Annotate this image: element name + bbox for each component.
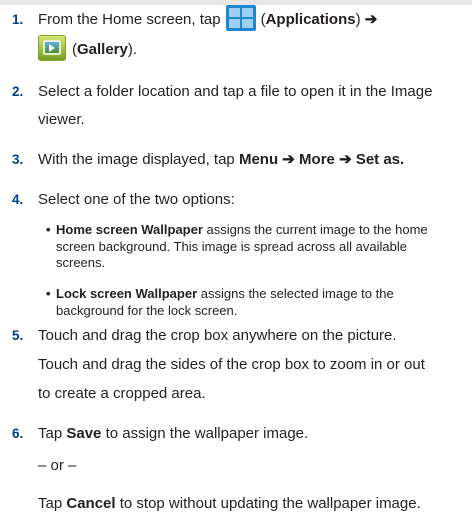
- step-number: 6.: [12, 426, 24, 441]
- applications-icon: [225, 5, 256, 32]
- bullet: •: [46, 286, 51, 301]
- or-separator: – or –: [38, 457, 77, 474]
- step-text-line-3: to create a cropped area.: [38, 385, 206, 402]
- step-text: From the Home screen, tap (Applications) …: [38, 5, 468, 34]
- step-text: Select one of the two options:: [38, 191, 235, 208]
- save-label: Save: [66, 425, 102, 442]
- gallery-icon: [38, 35, 66, 62]
- option-title: Lock screen Wallpaper: [56, 286, 198, 301]
- step-number: 4.: [12, 192, 24, 207]
- step-text-line-3: Tap Cancel to stop without updating the …: [38, 495, 421, 512]
- bullet: •: [46, 222, 51, 237]
- step-text-line-2: Touch and drag the sides of the crop box…: [38, 356, 425, 373]
- step-text: Touch and drag the crop box anywhere on …: [38, 327, 397, 344]
- arrow-icon: ➔: [339, 151, 352, 168]
- cancel-label: Cancel: [66, 495, 116, 512]
- step-number: 2.: [12, 84, 24, 99]
- step-text: Select a folder location and tap a file …: [38, 83, 433, 100]
- option-title: Home screen Wallpaper: [56, 222, 203, 237]
- arrow-icon: ➔: [282, 151, 295, 168]
- step-text-line-2: viewer.: [38, 111, 85, 128]
- gallery-label: Gallery: [77, 41, 128, 58]
- step-text: With the image displayed, tap Menu ➔ Mor…: [38, 151, 405, 168]
- step-number: 5.: [12, 328, 24, 343]
- step-number: 3.: [12, 152, 24, 167]
- step-text-part: From the Home screen, tap: [38, 11, 221, 28]
- menu-label: Menu: [238, 151, 279, 168]
- manual-page: 1. From the Home screen, tap (Application…: [0, 0, 472, 525]
- arrow-icon: ➔: [364, 11, 378, 28]
- step-number: 1.: [12, 12, 24, 27]
- step-text: Tap Save to assign the wallpaper image.: [38, 425, 309, 442]
- applications-label: Applications: [265, 11, 356, 28]
- more-label: More: [299, 151, 335, 168]
- step-text-line-2: (Gallery).: [38, 35, 468, 64]
- set-as-label: Set as.: [355, 151, 405, 168]
